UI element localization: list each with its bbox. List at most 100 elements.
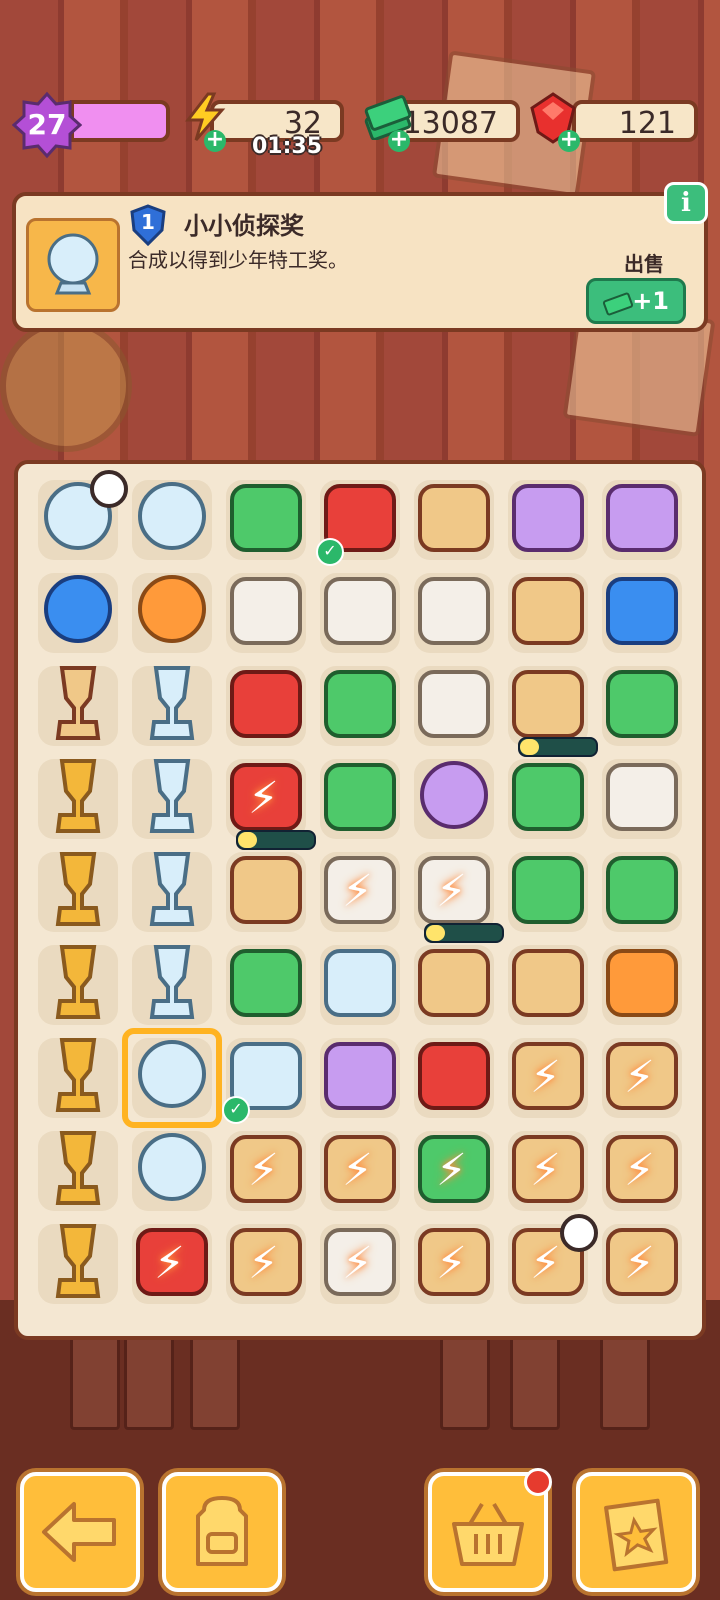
add-gems-button[interactable]: +: [558, 129, 580, 152]
board-cell-green-bottle[interactable]: [602, 666, 682, 746]
board-cell-glass-shield-trophy[interactable]: [132, 852, 212, 932]
wall-medal: [0, 320, 132, 452]
level-number: 27: [27, 108, 67, 141]
moth-icon: [324, 1042, 396, 1110]
board-cell-star-trophy-glass[interactable]: [132, 666, 212, 746]
board-cell-crystal-lamp-cluster[interactable]: [132, 480, 212, 560]
board-cell-green-money-bag[interactable]: [602, 852, 682, 932]
board-cell-locked-white-cart-2[interactable]: ⚡: [414, 852, 494, 932]
board-cell-blue-energy-orb[interactable]: [38, 573, 118, 653]
board-cell-juice-cup[interactable]: [602, 759, 682, 839]
board-cell-locked-plant-pot[interactable]: ⚡: [414, 1131, 494, 1211]
board-cell-green-brush-timer[interactable]: [508, 737, 598, 839]
add-cash-button[interactable]: +: [388, 129, 410, 152]
add-energy-button[interactable]: +: [204, 129, 226, 152]
item-title: 小小侦探奖: [184, 212, 304, 240]
board-cell-potted-sprout[interactable]: [226, 945, 306, 1025]
board-cell-frog-costume-timer[interactable]: [226, 830, 316, 932]
locked-energy-icon: ⚡: [530, 1052, 561, 1103]
sell-button[interactable]: +1: [586, 278, 686, 324]
board-cell-perfume-bottle[interactable]: [508, 666, 588, 746]
back-button[interactable]: [20, 1472, 140, 1592]
board-cell-locked-house[interactable]: ⚡: [320, 1224, 400, 1304]
green-brush-timer-icon: [512, 763, 584, 831]
board-cell-orange-stool[interactable]: [602, 945, 682, 1025]
board-cell-purple-yarn[interactable]: [602, 480, 682, 560]
board-cell-green-slipper[interactable]: [320, 759, 400, 839]
board-cell-white-brick[interactable]: [414, 573, 494, 653]
board-cell-gold-cup-trophy[interactable]: [38, 1224, 118, 1304]
board-cell-potted-tree[interactable]: [226, 480, 306, 560]
board-cell-locked-white-cart[interactable]: ⚡: [320, 852, 400, 932]
level-badge[interactable]: 27: [11, 90, 83, 160]
board-cell-glass-cup[interactable]: [320, 945, 400, 1025]
green-brush-icon: [324, 670, 396, 738]
board-cell-locked-treasure[interactable]: ⚡: [602, 1038, 682, 1118]
board-cell-locked-basket[interactable]: ⚡: [414, 1224, 494, 1304]
shop-button[interactable]: [428, 1468, 552, 1592]
board-cell-cash-stack[interactable]: [508, 852, 588, 932]
board-cell-gold-star-trophy[interactable]: [38, 1131, 118, 1211]
tier-number: 1: [141, 210, 155, 234]
board-cell-hat-bowl-timer[interactable]: [414, 923, 504, 1025]
board-cell-red-glove[interactable]: ✓: [316, 480, 400, 566]
board-cell-moth[interactable]: [320, 1038, 400, 1118]
check-icon: ✓: [316, 538, 344, 566]
potted-tree-icon: [230, 484, 302, 552]
white-brick-icon: [418, 577, 490, 645]
board-cell-crystal-lamp-cluster[interactable]: [38, 470, 128, 560]
board-cell-gold-knight-trophy[interactable]: [38, 852, 118, 932]
board-cell-red-toolbox[interactable]: [226, 666, 306, 746]
board-cell-locked-red-box[interactable]: ⚡: [226, 759, 306, 839]
glass-shield-trophy-icon: [149, 852, 195, 926]
photo-card-yellow-icon: [512, 577, 584, 645]
board-cell-photo-card-yellow[interactable]: [508, 573, 588, 653]
board-cell-purple-slime[interactable]: [414, 759, 494, 839]
board-cell-magnifier-selected[interactable]: [122, 1028, 222, 1128]
energy-timer: 01:35: [252, 134, 323, 159]
board-cell-locked-wardrobe[interactable]: ⚡: [508, 1214, 598, 1304]
green-money-bag-icon: [606, 856, 678, 924]
board-cell-photo-note[interactable]: [414, 480, 494, 560]
board-cell-ladybug[interactable]: [414, 1038, 494, 1118]
board-cell-locked-mirror[interactable]: ⚡: [508, 1038, 588, 1118]
tasks-button[interactable]: [576, 1472, 696, 1592]
board-cell-purple-knitting[interactable]: [508, 480, 588, 560]
backpack-button[interactable]: [162, 1472, 282, 1592]
board-cell-sunglasses[interactable]: ✓: [222, 1038, 306, 1124]
board-cell-locked-red-car[interactable]: ⚡: [132, 1224, 212, 1304]
board-cell-gold-trophy-figure[interactable]: [38, 759, 118, 839]
board-cell-gold-angel-trophy[interactable]: [38, 945, 118, 1025]
board-cell-orange-energy-orb[interactable]: [132, 573, 212, 653]
board-cell-magnifier[interactable]: [132, 1131, 212, 1211]
board-cell-locked-medkit-2[interactable]: ⚡: [602, 1224, 682, 1304]
board-cell-gold-leaf-trophy[interactable]: [38, 1038, 118, 1118]
board-cell-white-blocks[interactable]: [320, 573, 400, 653]
production-progress-bar: [518, 737, 598, 757]
selected-item-frame: [26, 218, 120, 312]
info-button[interactable]: i: [664, 182, 708, 224]
board-cell-glass-star-trophy[interactable]: [132, 759, 212, 839]
board-cell-white-glove[interactable]: [226, 573, 306, 653]
locked-energy-icon: ⚡: [436, 1145, 467, 1196]
board-cell-ghost-mask[interactable]: [414, 666, 494, 746]
green-bottle-icon: [606, 670, 678, 738]
board-cell-photo-card-blue[interactable]: [602, 573, 682, 653]
star-trophy-dark-icon: [55, 666, 101, 740]
board-cell-locked-medkit[interactable]: ⚡: [602, 1131, 682, 1211]
board-cell-green-brush[interactable]: [320, 666, 400, 746]
clipboard-icon: [604, 1498, 669, 1572]
gem-pill[interactable]: 121: [572, 100, 698, 142]
board-cell-glass-trophy-tall[interactable]: [132, 945, 212, 1025]
board-cell-star-trophy-dark[interactable]: [38, 666, 118, 746]
board-cell-locked-jeep[interactable]: ⚡: [226, 1224, 306, 1304]
potted-sprout-icon: [230, 949, 302, 1017]
board-cell-locked-atv[interactable]: ⚡: [226, 1131, 306, 1211]
xp-bar[interactable]: [70, 100, 170, 142]
board-cell-locked-desk[interactable]: ⚡: [320, 1131, 400, 1211]
locked-energy-icon: ⚡: [248, 1238, 279, 1289]
top-hud: 27 32 + 01:35 13087 + 121 +: [0, 91, 720, 159]
board-cell-locked-cabinet[interactable]: ⚡: [508, 1131, 588, 1211]
ghost-mask-icon: [418, 670, 490, 738]
board-cell-food-plate[interactable]: [508, 945, 588, 1025]
